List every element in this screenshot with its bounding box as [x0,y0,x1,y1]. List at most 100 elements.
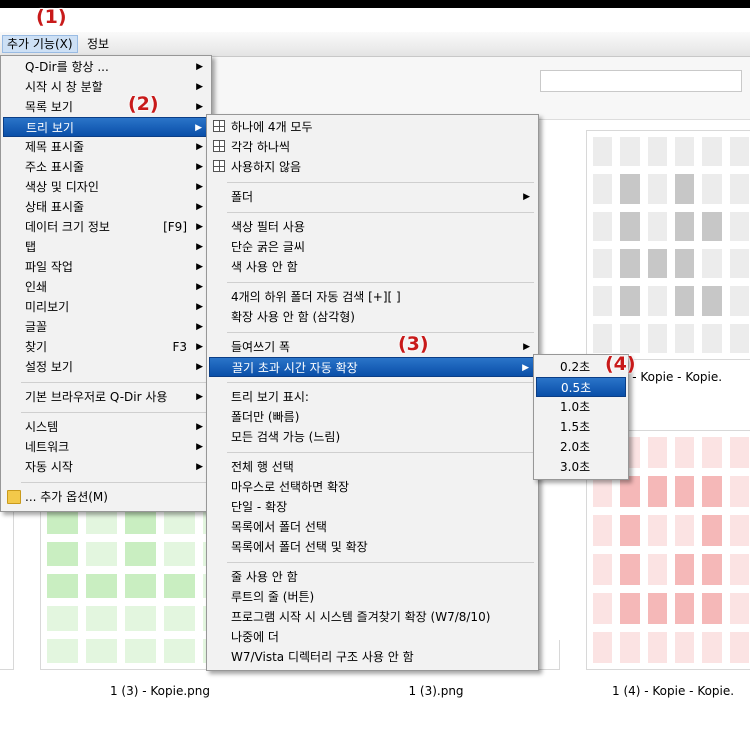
pixel-cell [647,211,667,241]
menu-item-label: 제목 표시줄 [25,140,85,154]
timeout-option-2[interactable]: 1.0초 [536,397,626,417]
extras-item-8[interactable]: 데이터 크기 정보 [F9] ▶ [3,217,209,237]
pixel-cell [729,437,749,468]
extras-item-3[interactable]: 트리 보기 ▶ [3,117,209,137]
tree-color-filter[interactable]: 색상 필터 사용 [209,217,536,237]
extras-item-17[interactable]: 시스템 ▶ [3,417,209,437]
menu-extras[interactable]: 추가 기능(X) [2,35,78,53]
callout-4: (4) [605,353,636,375]
pixel-cell [702,554,722,585]
tree-disabled[interactable]: 사용하지 않음 [209,157,536,177]
tree-simple-bold[interactable]: 단순 굵은 글씨 [209,237,536,257]
submenu-arrow-icon: ▶ [196,62,203,72]
pixel-cell [593,476,613,507]
pixel-cell [620,286,640,316]
extras-item-2[interactable]: 목록 보기 ▶ [3,97,209,117]
extras-item-1[interactable]: 시작 시 창 분할 ▶ [3,77,209,97]
extras-item-12[interactable]: 미리보기 ▶ [3,297,209,317]
tree-view-display-label[interactable]: 트리 보기 표시: [209,387,536,407]
menu-item-label: 마우스로 선택하면 확장 [231,480,350,494]
submenu-arrow-icon: ▶ [196,422,203,432]
menu-info[interactable]: 정보 [83,36,113,52]
pixel-cell [729,554,749,585]
extras-item-4[interactable]: 제목 표시줄 ▶ [3,137,209,157]
timeout-option-1[interactable]: 0.5초 [536,377,626,397]
pixel-cell [675,286,695,316]
tree-folders-only[interactable]: 폴더만 (빠름) [209,407,536,427]
pixel-cell [125,573,156,599]
tree-folder[interactable]: 폴더 ▶ [209,187,536,207]
tree-all-searchable[interactable]: 모든 검색 가능 (느림) [209,427,536,447]
pixel-cell [125,541,156,566]
extras-item-7[interactable]: 상태 표시줄 ▶ [3,197,209,217]
pixel-cell [47,509,78,534]
more-options-item[interactable]: ... 추가 옵션(M) [3,487,209,507]
tree-expand-favorites[interactable]: 프로그램 시작 시 시스템 즐겨찾기 확장 (W7/8/10) [209,607,536,627]
pixel-cell [86,509,117,534]
tree-indent-width[interactable]: 들여쓰기 폭 ▶ [209,337,536,357]
tree-no-vista-structure[interactable]: W7/Vista 디렉터리 구조 사용 안 함 [209,647,536,667]
submenu-arrow-icon: ▶ [523,342,530,352]
extras-item-16[interactable]: 기본 브라우저로 Q-Dir 사용 ▶ [3,387,209,407]
tree-all-in-one[interactable]: 하나에 4개 모두 [209,117,536,137]
pixel-cell [593,286,613,316]
tree-drag-auto-expand[interactable]: 끌기 초과 시간 자동 확장 ▶ [209,357,536,377]
extras-item-18[interactable]: 네트워크 ▶ [3,437,209,457]
file-name-bottom-left[interactable]: 1 (3) - Kopie.png [70,684,250,698]
pixel-cell [702,515,722,546]
pixel-cell [647,323,667,353]
extras-item-13[interactable]: 글꼴 ▶ [3,317,209,337]
pixel-cell [647,174,667,204]
extras-item-11[interactable]: 인쇄 ▶ [3,277,209,297]
pixel-cell [593,554,613,585]
submenu-arrow-icon: ▶ [523,192,530,202]
pixel-cell [729,515,749,546]
tree-full-row-select[interactable]: 전체 행 선택 [209,457,536,477]
tree-auto-search-subfolders[interactable]: 4개의 하위 폴더 자동 검색 [+][ ] [209,287,536,307]
pixel-cell [675,476,695,507]
menu-separator [227,182,534,183]
tree-no-expand-triangle[interactable]: 확장 사용 안 함 (삼각형) [209,307,536,327]
timeout-option-3[interactable]: 1.5초 [536,417,626,437]
extras-item-10[interactable]: 파일 작업 ▶ [3,257,209,277]
extras-item-0[interactable]: Q-Dir를 항상 ... ▶ [3,57,209,77]
extras-item-14[interactable]: 찾기 F3 ▶ [3,337,209,357]
pixel-cell [86,606,117,631]
tree-single-expand[interactable]: 단일 - 확장 [209,497,536,517]
tree-expand-on-select[interactable]: 마우스로 선택하면 확장 [209,477,536,497]
tree-select-and-expand[interactable]: 목록에서 폴더 선택 및 확장 [209,537,536,557]
submenu-arrow-icon: ▶ [196,102,203,112]
thumbnail-top-right[interactable] [586,130,750,360]
menu-separator [21,482,207,483]
extras-item-19[interactable]: 자동 시작 ▶ [3,457,209,477]
pixel-cell [647,286,667,316]
tree-each-one[interactable]: 각각 하나씩 [209,137,536,157]
menu-item-label: 탭 [25,240,37,254]
menu-item-label: 확장 사용 안 함 (삼각형) [231,310,355,324]
pixel-cell [675,593,695,624]
file-name-bottom-right[interactable]: 1 (4) - Kopie - Kopie. [612,684,750,698]
tree-root-lines[interactable]: 루트의 줄 (버튼) [209,587,536,607]
timeout-option-4[interactable]: 2.0초 [536,437,626,457]
address-bar[interactable] [540,70,742,92]
tree-more-later[interactable]: 나중에 더 [209,627,536,647]
callout-3: (3) [398,333,429,355]
file-name-bottom-mid[interactable]: 1 (3).png [346,684,526,698]
extras-item-15[interactable]: 설정 보기 ▶ [3,357,209,377]
pixel-cell [620,554,640,585]
tree-no-color[interactable]: 색 사용 안 함 [209,257,536,277]
tree-no-lines[interactable]: 줄 사용 안 함 [209,567,536,587]
extras-item-5[interactable]: 주소 표시줄 ▶ [3,157,209,177]
submenu-arrow-icon: ▶ [196,462,203,472]
timeout-option-5[interactable]: 3.0초 [536,457,626,477]
pixel-cell [125,509,156,534]
image-preview [593,137,749,353]
extras-item-9[interactable]: 탭 ▶ [3,237,209,257]
menu-separator [227,212,534,213]
tree-select-folder-in-list[interactable]: 목록에서 폴더 선택 [209,517,536,537]
extras-item-6[interactable]: 색상 및 디자인 ▶ [3,177,209,197]
menu-item-label: 목록에서 폴더 선택 [231,520,327,534]
menu-item-label: Q-Dir를 항상 ... [25,60,109,74]
menu-item-label: 사용하지 않음 [231,160,302,174]
menu-item-label: 1.5초 [560,420,591,434]
